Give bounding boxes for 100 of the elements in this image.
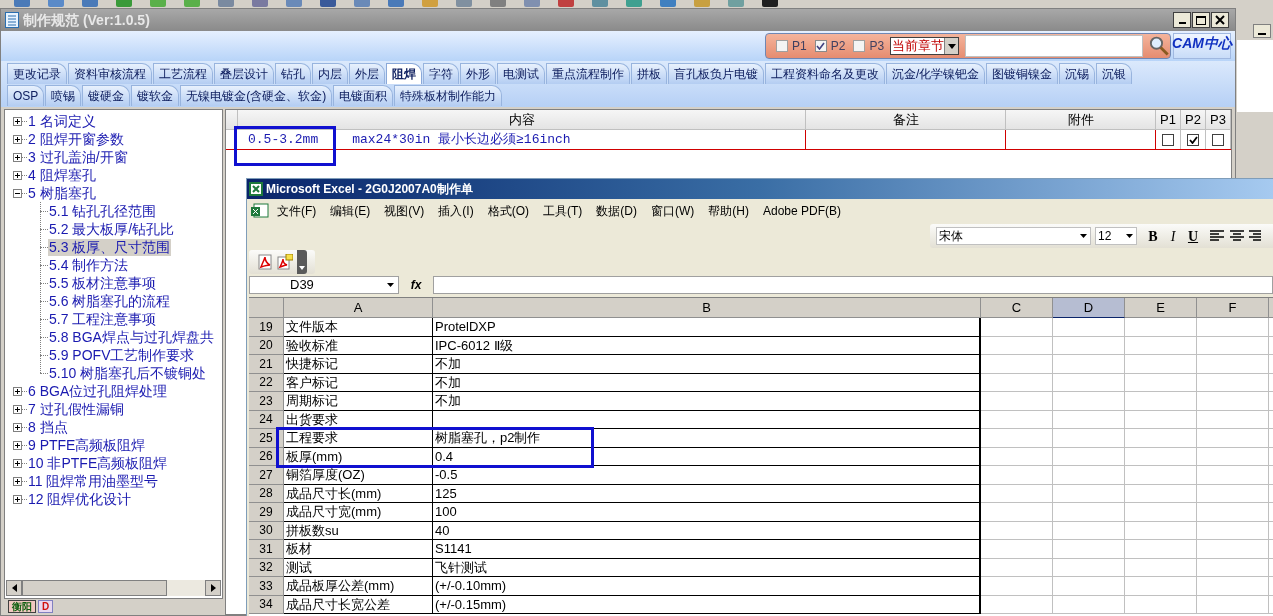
tree-item[interactable]: 10 非PTFE高频板阻焊 <box>27 454 169 472</box>
tab[interactable]: 资料审核流程 <box>68 63 152 84</box>
format-button[interactable]: B <box>1145 225 1161 247</box>
expand-icon[interactable] <box>13 404 22 414</box>
sheet-tab[interactable]: D <box>38 600 54 613</box>
column-header[interactable]: B <box>433 298 981 318</box>
menu-item[interactable]: 视图(V) <box>384 202 425 220</box>
tab[interactable]: 电测试 <box>497 63 545 84</box>
maximize-button[interactable] <box>1192 12 1210 28</box>
tab[interactable]: 工程资料命名及更改 <box>765 63 885 84</box>
tree-item[interactable]: 5.9 POFV工艺制作要求 <box>48 346 196 364</box>
expand-icon[interactable] <box>13 494 22 504</box>
tree-item[interactable]: 12 阻焊优化设计 <box>27 490 133 508</box>
font-size-dropdown[interactable]: 12 <box>1095 227 1137 245</box>
row-header[interactable]: 21 <box>249 355 284 374</box>
menu-item[interactable]: 数据(D) <box>596 202 637 220</box>
tree-item[interactable]: 6 BGA位过孔阻焊处理 <box>27 382 169 400</box>
tab[interactable]: OSP <box>7 85 45 106</box>
toolbar-options-button[interactable] <box>297 250 307 274</box>
search-field[interactable] <box>965 35 1144 57</box>
collapse-icon[interactable] <box>13 188 22 198</box>
tree-item[interactable]: 3 过孔盖油/开窗 <box>27 148 129 166</box>
expand-icon[interactable] <box>13 152 22 162</box>
tab[interactable]: 盲孔板负片电镀 <box>668 63 764 84</box>
tab[interactable]: 字符 <box>423 63 459 84</box>
expand-icon[interactable] <box>13 134 22 144</box>
tab[interactable]: 沉锡 <box>1059 63 1096 84</box>
expand-icon[interactable] <box>13 476 22 486</box>
search-icon[interactable] <box>1149 35 1170 57</box>
expand-icon[interactable] <box>13 422 22 432</box>
checkbox[interactable] <box>1162 133 1174 146</box>
row-header[interactable]: 23 <box>249 392 284 411</box>
tree-item[interactable]: 8 挡点 <box>27 418 69 436</box>
align-left-icon[interactable] <box>1209 229 1225 243</box>
tab[interactable]: 图镀铜镍金 <box>986 63 1059 84</box>
checkbox[interactable] <box>1187 133 1199 146</box>
tree-item[interactable]: 5.8 BGA焊点与过孔焊盘共 <box>48 328 215 346</box>
expand-icon[interactable] <box>13 386 22 396</box>
tree-item[interactable]: 5 树脂塞孔 <box>27 184 97 202</box>
tree-item[interactable]: 11 阻焊常用油墨型号 <box>27 472 160 490</box>
expand-icon[interactable] <box>13 458 22 468</box>
tab[interactable]: 沉银 <box>1096 63 1133 84</box>
checkbox[interactable] <box>853 40 866 52</box>
tab[interactable]: 钻孔 <box>275 63 311 84</box>
tree-item[interactable]: 1 名词定义 <box>27 112 97 130</box>
close-button[interactable] <box>1211 12 1229 28</box>
tab[interactable]: 更改记录 <box>7 63 67 84</box>
menu-item[interactable]: 插入(I) <box>438 202 474 220</box>
pdf-comment-icon[interactable] <box>277 254 293 270</box>
column-header[interactable]: D <box>1053 298 1125 318</box>
tree-item[interactable]: 5.1 钻孔孔径范围 <box>48 202 158 220</box>
name-box[interactable]: D39 <box>249 276 399 294</box>
sheet-tab[interactable]: 衡阳 <box>8 600 36 613</box>
format-button[interactable]: U <box>1185 225 1201 247</box>
expand-icon[interactable] <box>13 170 22 180</box>
row-header[interactable]: 27 <box>249 466 284 485</box>
tab[interactable]: 镀硬金 <box>82 85 131 106</box>
column-header[interactable]: E <box>1125 298 1197 318</box>
column-header[interactable]: A <box>284 298 433 318</box>
tab[interactable]: 无镍电镀金(含硬金、软金) <box>180 85 333 106</box>
scope-dropdown[interactable]: 当前章节 <box>890 37 960 55</box>
sheet-icon[interactable] <box>251 203 269 219</box>
tab[interactable]: 重点流程制作 <box>546 63 630 84</box>
checkbox[interactable] <box>776 40 788 52</box>
menu-item[interactable]: 文件(F) <box>277 202 317 220</box>
tree-item[interactable]: 9 PTFE高频板阻焊 <box>27 436 147 454</box>
scrollbar-thumb[interactable] <box>22 580 167 596</box>
tab[interactable]: 外层 <box>349 63 385 84</box>
checkbox[interactable] <box>814 40 827 52</box>
row-header[interactable]: 31 <box>249 540 284 559</box>
menu-item[interactable]: 工具(T) <box>543 202 583 220</box>
tab[interactable]: 阻焊 <box>386 63 422 84</box>
horizontal-scrollbar[interactable] <box>6 580 221 596</box>
tab[interactable]: 特殊板材制作能力 <box>394 85 503 106</box>
checkbox[interactable] <box>1212 133 1224 146</box>
tree-item[interactable]: 5.4 制作方法 <box>48 256 130 274</box>
menu-item[interactable]: 编辑(E) <box>330 202 371 220</box>
insert-function-button[interactable]: fx <box>401 276 431 294</box>
minimize-button[interactable] <box>1173 12 1191 28</box>
tree-item[interactable]: 5.6 树脂塞孔的流程 <box>48 292 172 310</box>
align-right-icon[interactable] <box>1249 229 1261 243</box>
tab[interactable]: 内层 <box>312 63 348 84</box>
tab[interactable]: 外形 <box>460 63 496 84</box>
tree-item[interactable]: 5.5 板材注意事项 <box>48 274 158 292</box>
tree-item[interactable]: 5.3 板厚、尺寸范围 <box>48 238 172 256</box>
tree-item[interactable]: 7 过孔假性漏铜 <box>27 400 125 418</box>
row-header[interactable]: 19 <box>249 318 284 337</box>
tab[interactable]: 喷锡 <box>45 85 82 106</box>
font-dropdown[interactable]: 宋体 <box>936 227 1091 245</box>
tab[interactable]: 拼板 <box>631 63 667 84</box>
left-arrow-icon[interactable] <box>11 584 17 592</box>
column-header[interactable]: F <box>1197 298 1269 318</box>
expand-icon[interactable] <box>13 116 22 126</box>
align-center-icon[interactable] <box>1229 229 1245 243</box>
tree-item[interactable]: 5.7 工程注意事项 <box>48 310 158 328</box>
menu-item[interactable]: 帮助(H) <box>708 202 749 220</box>
tab[interactable]: 电镀面积 <box>333 85 394 106</box>
row-header[interactable]: 25 <box>249 429 284 448</box>
tab[interactable]: 叠层设计 <box>214 63 274 84</box>
tree-item[interactable]: 4 阻焊塞孔 <box>27 166 97 184</box>
